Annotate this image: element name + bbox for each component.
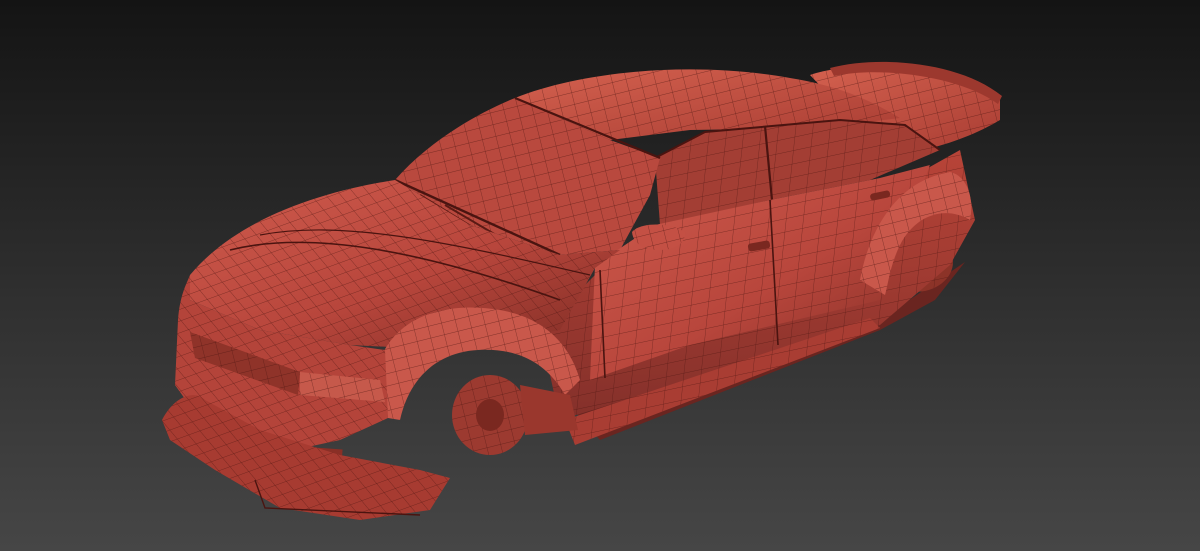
3d-viewport[interactable] [0, 0, 1200, 551]
car-mesh-render [162, 61, 1002, 520]
